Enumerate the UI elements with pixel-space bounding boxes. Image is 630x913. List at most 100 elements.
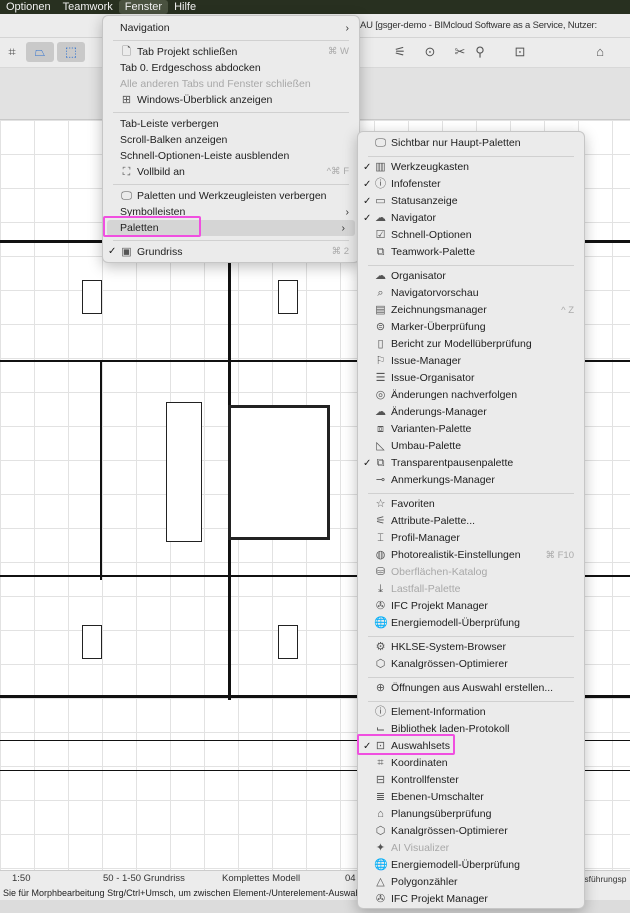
menu-item-label: Änderungs-Manager [391,406,487,418]
menu-item-kanalgrössen-optimierer[interactable]: ⬡ Kanalgrössen-Optimierer [358,823,584,840]
menu-item-windows-überblick-anzeigen[interactable]: ⊞ Windows-Überblick anzeigen [103,92,359,108]
scissors-icon[interactable]: ✂ [450,42,470,62]
menu-item-hklse-system-browser[interactable]: ⚙ HKLSE-System-Browser [358,639,584,656]
menu-item-issue-organisator[interactable]: ☰ Issue-Organisator [358,370,584,387]
menu-item-label: Energiemodell-Überprüfung [391,617,520,629]
menu-item-ifc-projekt-manager[interactable]: ✇ IFC Projekt Manager [358,598,584,615]
track-changes-icon: ◎ [375,389,386,401]
menu-item-umbau-palette[interactable]: ◺ Umbau-Palette [358,438,584,455]
menu-item-tab-0-erdgeschoss-abdocken[interactable]: Tab 0. Erdgeschoss abdocken [103,60,359,76]
menu-item-paletten-und-werkzeugleisten-verbergen[interactable]: 🖵 Paletten und Werkzeugleisten verbergen [103,188,359,204]
menu-item-label: Werkzeugkasten [391,161,470,173]
element-info-icon: ⓘ [375,706,386,718]
menu-item-tab-projekt-schließen[interactable]: 🗋 Tab Projekt schließen ⌘ W [103,44,359,60]
menu-item-label: Grundriss [137,246,183,258]
quick-options-icon: ☑ [375,229,386,241]
resize-icon[interactable]: ⊡ [510,42,530,62]
menu-item-label: HKLSE-System-Browser [391,641,506,653]
menu-item-werkzeugkasten[interactable]: ✓ ▥ Werkzeugkasten [358,159,584,176]
menu-item-label: Issue-Organisator [391,372,475,384]
checkmark-icon: ✓ [363,213,372,224]
menu-teamwork[interactable]: Teamwork [57,0,119,14]
shortcut-label: ^ Z [561,305,574,316]
menu-item-profil-manager[interactable]: ⌶ Profil-Manager [358,530,584,547]
menu-item-navigator[interactable]: ✓ ☁ Navigator [358,210,584,227]
menu-item-kanalgrössen-optimierer[interactable]: ⬡ Kanalgrössen-Optimierer [358,656,584,673]
layers-icon: ≣ [375,791,386,803]
menu-item-attribute-palette[interactable]: ⚟ Attribute-Palette... [358,513,584,530]
toolbox-icon: ▥ [375,161,386,173]
menu-separator [103,180,359,188]
attribute-icon[interactable]: ⚟ [390,42,410,62]
menu-item-label: Schnell-Optionen [391,229,472,241]
menu-item-infofenster[interactable]: ✓ ⓘ Infofenster [358,176,584,193]
menu-item-energiemodell-überprüfung[interactable]: 🌐 Energiemodell-Überprüfung [358,857,584,874]
menu-item-varianten-palette[interactable]: ⧈ Varianten-Palette [358,421,584,438]
menu-optionen[interactable]: Optionen [0,0,57,14]
menu-item-ai-visualizer: ✦ AI Visualizer [358,840,584,857]
menu-item-label: Planungsüberprüfung [391,808,492,820]
magic-wand-icon[interactable]: ⚲ [470,42,490,62]
menu-item-navigation[interactable]: Navigation › [103,20,359,36]
issue-organizer-icon: ☰ [375,372,386,384]
paletten-submenu: 🖵 Sichtbar nur Haupt-Paletten ✓ ▥ Werkzeugka… [357,131,585,909]
menu-item-grundriss[interactable]: ✓ ▣ Grundriss ⌘ 2 [103,244,359,260]
menu-separator [358,489,584,496]
menu-item-label: Sichtbar nur Haupt-Paletten [391,137,521,149]
menu-separator [358,632,584,639]
menu-item-planungsüberprüfung[interactable]: ⌂ Planungsüberprüfung [358,806,584,823]
menu-item-label: Organisator [391,270,446,282]
menu-item-ebenen-umschalter[interactable]: ≣ Ebenen-Umschalter [358,789,584,806]
menu-item-kontrollfenster[interactable]: ⊟ Kontrollfenster [358,772,584,789]
menu-item-scroll-balken-anzeigen[interactable]: Scroll-Balken anzeigen [103,132,359,148]
menu-item-teamwork-palette[interactable]: ⧉ Teamwork-Palette [358,244,584,261]
checkmark-icon: ✓ [363,458,372,469]
menu-item-polygonzähler[interactable]: △ Polygonzähler [358,874,584,891]
menu-item-element-information[interactable]: ⓘ Element-Information [358,704,584,721]
menu-item-anmerkungs-manager[interactable]: ⊸ Anmerkungs-Manager [358,472,584,489]
trace-icon: ⧉ [376,457,385,469]
menu-item-statusanzeige[interactable]: ✓ ▭ Statusanzeige [358,193,584,210]
menu-item-label: Öffnungen aus Auswahl erstellen... [391,682,554,694]
menu-item-sichtbar-nur-haupt-paletten[interactable]: 🖵 Sichtbar nur Haupt-Paletten [358,135,584,152]
view-value[interactable]: 50 - 1-50 Grundriss [103,873,185,884]
openings-icon: ⊕ [375,682,386,694]
slab-tool-icon[interactable]: ⏢ [26,42,54,62]
menu-item-koordinaten[interactable]: ⌗ Koordinaten [358,755,584,772]
trace-icon[interactable]: ⊙ [420,42,440,62]
menu-item-ifc-projekt-manager[interactable]: ✇ IFC Projekt Manager [358,891,584,908]
variants-icon: ⧈ [377,423,384,435]
duct-icon: ⬡ [375,658,386,670]
menu-item-zeichnungsmanager[interactable]: ▤ Zeichnungsmanager ^ Z [358,302,584,319]
menu-item-photorealistik-einstellungen[interactable]: ◍ Photorealistik-Einstellungen ⌘ F10 [358,547,584,564]
menu-item-schnell-optionen-leiste-ausblenden[interactable]: Schnell-Optionen-Leiste ausblenden [103,148,359,164]
menu-item-label: Oberflächen-Katalog [391,566,488,578]
menu-item-änderungen-nachverfolgen[interactable]: ◎ Änderungen nachverfolgen [358,387,584,404]
scale-value[interactable]: 1:50 [12,873,31,884]
menu-item-organisator[interactable]: ☁ Organisator [358,268,584,285]
menu-item-bericht-zur-modellüberprüfung[interactable]: ▯ Bericht zur Modellüberprüfung [358,336,584,353]
model-value[interactable]: Komplettes Modell [222,873,300,884]
menu-separator [358,152,584,159]
preview-icon: ⌕ [377,287,384,299]
menu-item-favoriten[interactable]: ☆ Favoriten [358,496,584,513]
grid-tool-icon[interactable]: ⌗ [2,42,22,62]
menu-item-label: Umbau-Palette [391,440,462,452]
menu-item-issue-manager[interactable]: ⚐ Issue-Manager [358,353,584,370]
menu-item-transparentpausenpalette[interactable]: ✓ ⧉ Transparentpausenpalette [358,455,584,472]
menu-separator [103,36,359,44]
pen-value[interactable]: 04 [345,873,356,884]
menu-item-energiemodell-überprüfung[interactable]: 🌐 Energiemodell-Überprüfung [358,615,584,632]
menu-item-marker-überprüfung[interactable]: ⊜ Marker-Überprüfung [358,319,584,336]
selection-tool-icon[interactable]: ⬚ [57,42,85,62]
menu-item-schnell-optionen[interactable]: ☑ Schnell-Optionen [358,227,584,244]
menu-item-öffnungen-aus-auswahl-erstellen[interactable]: ⊕ Öffnungen aus Auswahl erstellen... [358,680,584,697]
menu-fenster[interactable]: Fenster [118,0,169,14]
menu-item-änderungs-manager[interactable]: ☁ Änderungs-Manager [358,404,584,421]
menu-item-label: Photorealistik-Einstellungen [391,549,521,561]
roof-icon[interactable]: ⌂ [590,42,610,62]
menu-item-tab-leiste-verbergen[interactable]: Tab-Leiste verbergen [103,116,359,132]
menu-item-navigatorvorschau[interactable]: ⌕ Navigatorvorschau [358,285,584,302]
menu-item-vollbild-an[interactable]: ⛶ Vollbild an ^⌘ F [103,164,359,180]
menu-hilfe[interactable]: Hilfe [168,0,202,14]
